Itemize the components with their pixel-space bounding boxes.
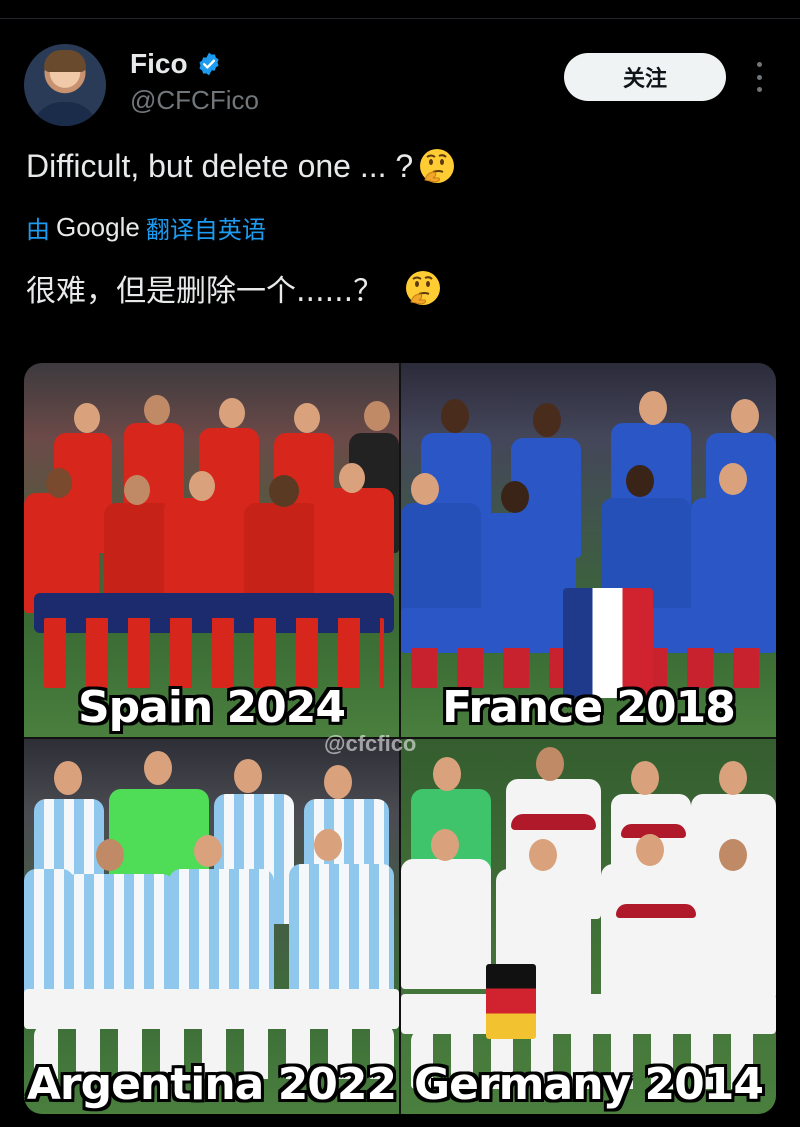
caption-france: France 2018	[442, 682, 736, 733]
tweet-body: Difficult, but delete one ... ?	[26, 147, 414, 184]
photo-spain[interactable]: Spain 2024	[24, 363, 399, 737]
follow-button[interactable]: 关注	[564, 53, 726, 101]
avatar[interactable]	[24, 44, 106, 126]
avatar-shirt	[32, 102, 98, 126]
user-handle[interactable]: @CFCFico	[130, 85, 259, 116]
google-logo: Google	[56, 212, 140, 242]
caption-spain: Spain 2024	[77, 682, 346, 733]
verified-badge-icon	[196, 51, 222, 77]
thinking-face-icon	[417, 146, 457, 186]
photo-france[interactable]: France 2018	[401, 363, 776, 737]
translated-text: 很难，但是删除一个......？	[26, 266, 443, 310]
translation-attribution[interactable]: 由 Google 翻译自英语	[26, 210, 266, 245]
thinking-face-icon	[403, 268, 443, 308]
translation-source-label[interactable]: 翻译自英语	[146, 210, 266, 245]
photo-argentina[interactable]: Argentina 2022	[24, 739, 399, 1114]
translation-by-prefix: 由	[26, 216, 50, 244]
photo-germany[interactable]: Germany 2014	[401, 739, 776, 1114]
media-grid[interactable]: Spain 2024 France 2018 Argentina 2022 Ge…	[24, 363, 776, 1114]
more-options-icon[interactable]	[752, 62, 766, 92]
top-divider	[0, 18, 800, 19]
translated-body: 很难，但是删除一个......？	[26, 274, 384, 309]
tweet-text: Difficult, but delete one ... ?	[26, 146, 457, 186]
caption-argentina: Argentina 2022	[26, 1059, 397, 1110]
display-name[interactable]: Fico	[130, 48, 188, 80]
image-watermark: @cfcfico	[324, 731, 417, 756]
avatar-hair	[44, 50, 86, 72]
author-name-row: Fico	[130, 46, 222, 82]
caption-germany: Germany 2014	[414, 1059, 764, 1110]
